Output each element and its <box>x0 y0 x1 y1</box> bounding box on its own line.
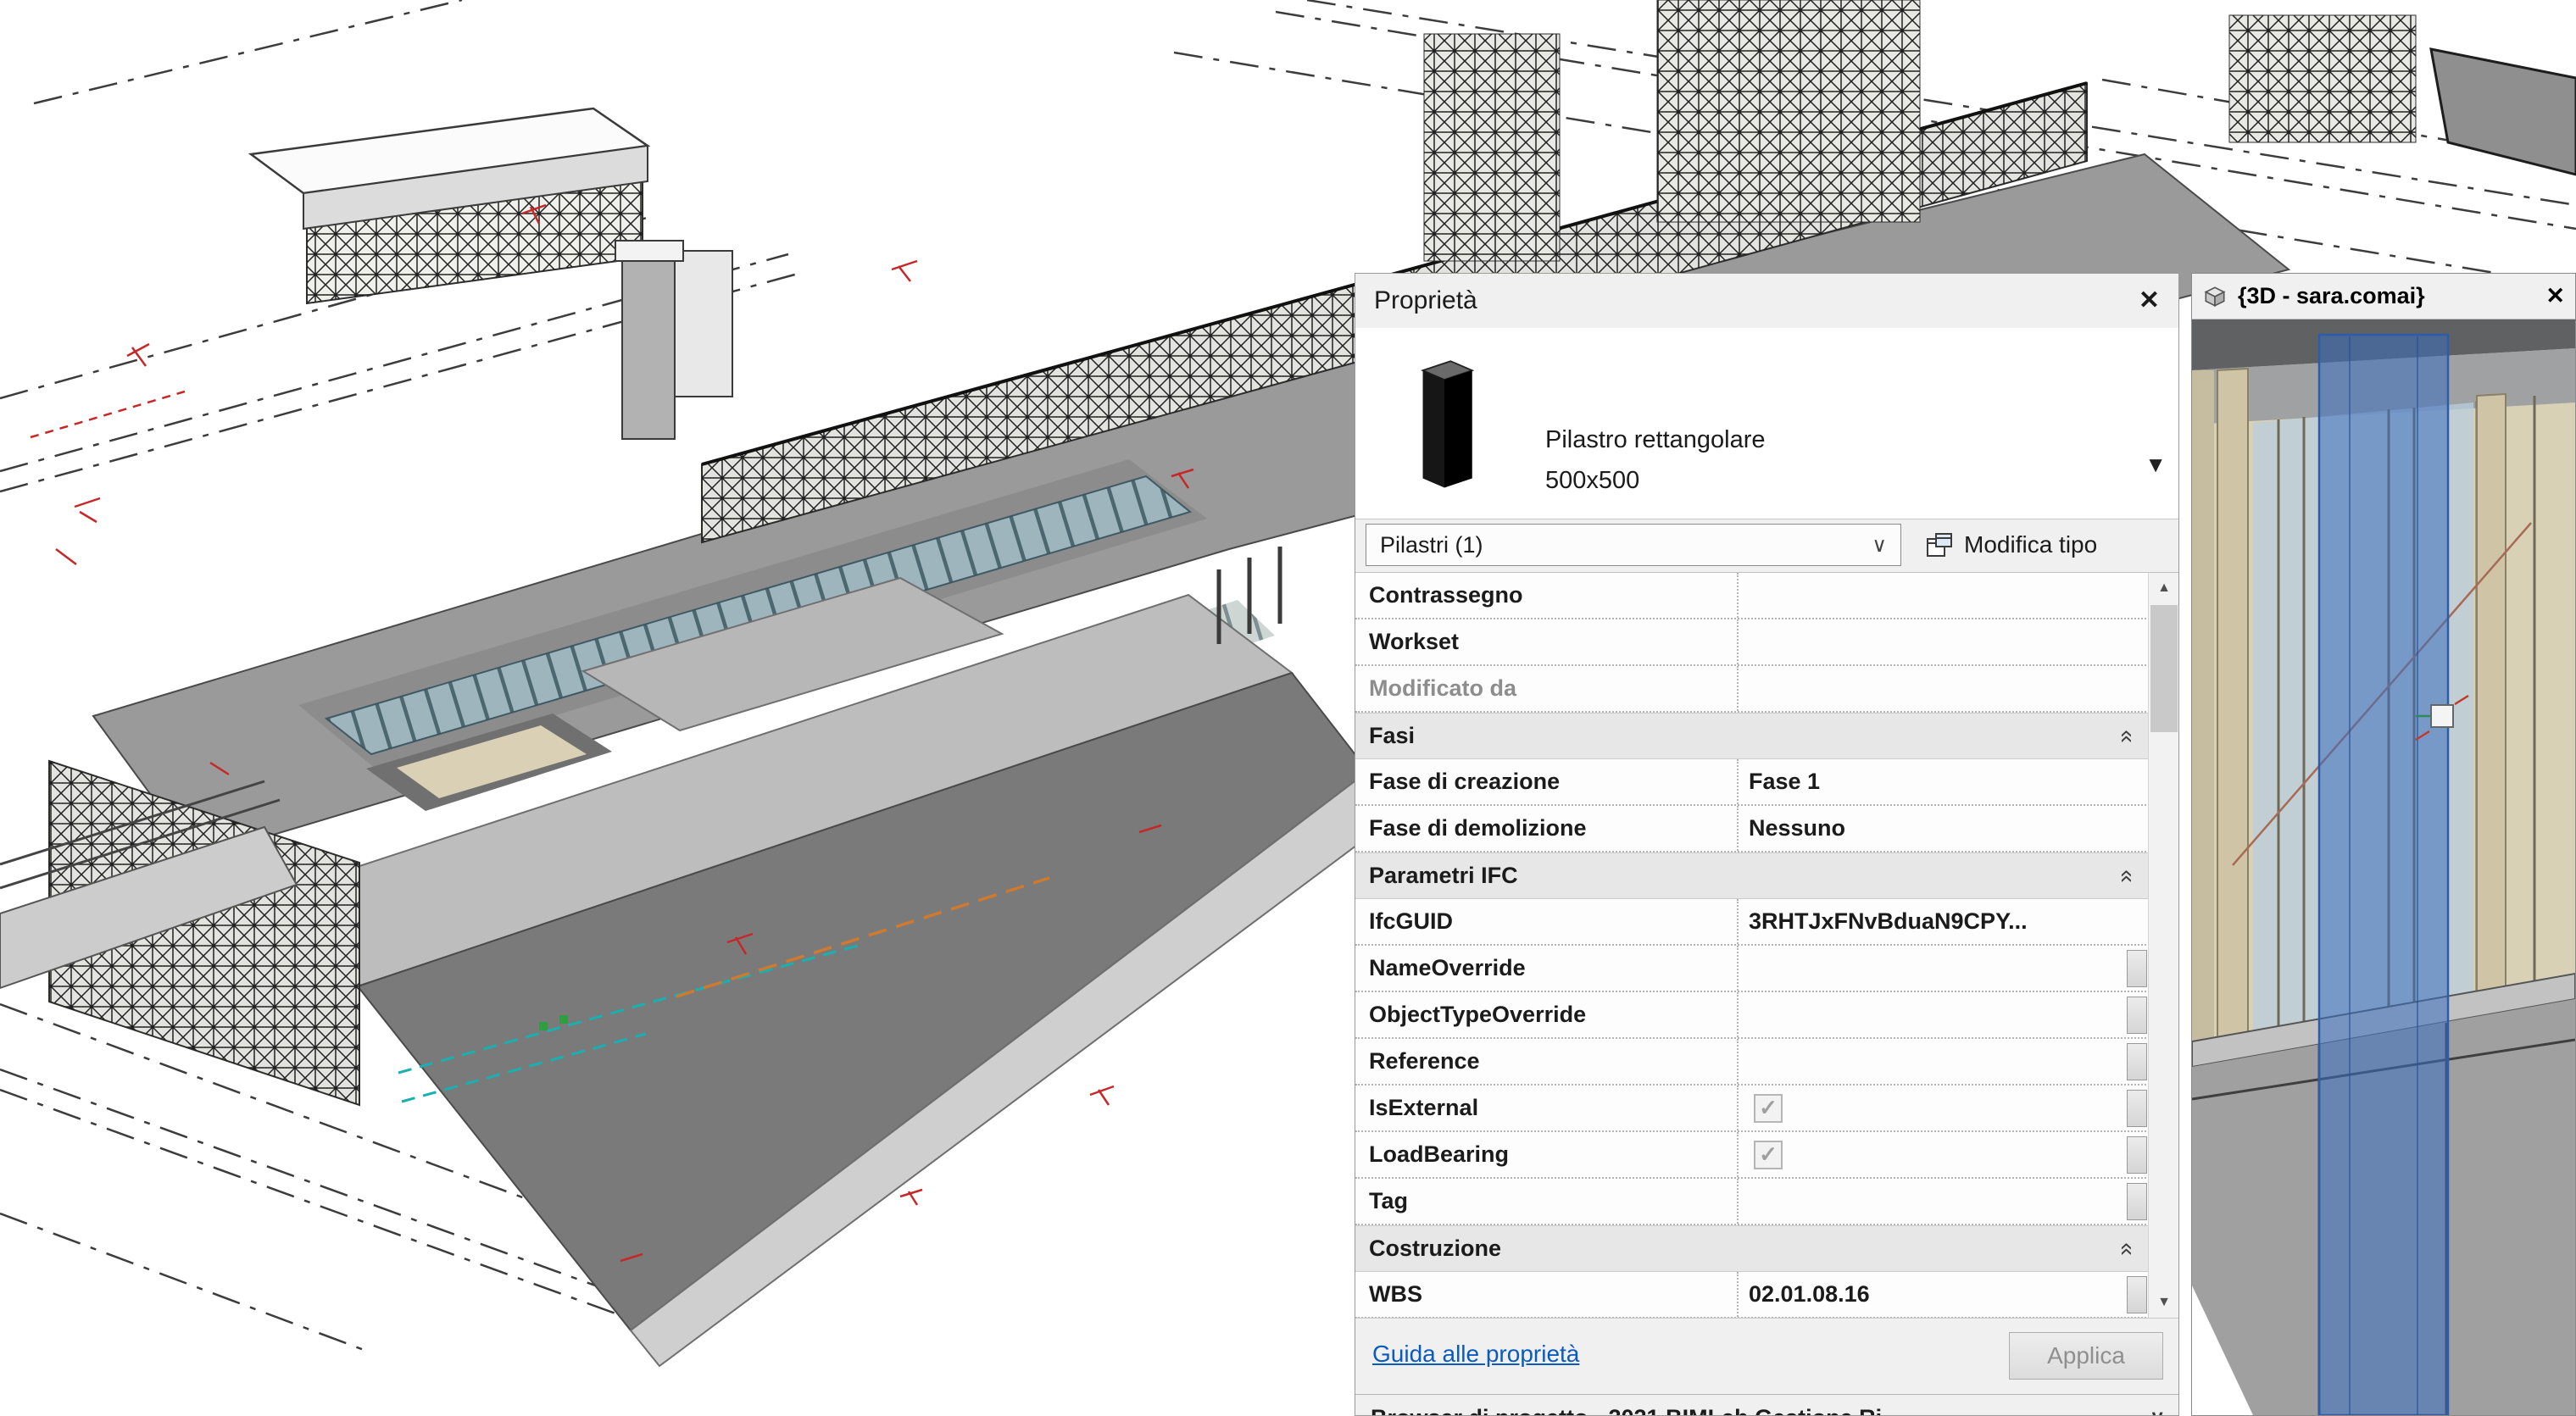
property-value-field[interactable]: 3RHTJxFNvBduaN9CPY... <box>1739 899 2150 944</box>
table-row: LoadBearing ✓ <box>1355 1132 2150 1179</box>
property-value-field[interactable] <box>1739 1179 2150 1224</box>
property-value-field[interactable]: Fase 1 <box>1739 759 2150 804</box>
apply-button[interactable]: Applica <box>2009 1332 2163 1380</box>
property-label: ObjectTypeOverride <box>1355 992 1739 1037</box>
chevron-down-icon: ∨ <box>2150 1406 2165 1416</box>
associate-param-button[interactable] <box>2127 1136 2147 1174</box>
property-label: Tag <box>1355 1179 1739 1224</box>
property-value-field[interactable]: 02.01.08.16 <box>1739 1272 2150 1317</box>
table-row: NameOverride <box>1355 946 2150 992</box>
property-value-field[interactable] <box>1739 573 2150 618</box>
table-row: ObjectTypeOverride <box>1355 992 2150 1039</box>
scroll-up-icon[interactable]: ▲ <box>2149 573 2179 603</box>
section-collapse-icon[interactable]: « <box>2114 730 2141 743</box>
model-3d-view[interactable] <box>0 0 2576 1416</box>
section-collapse-icon[interactable]: « <box>2114 1242 2141 1256</box>
property-grid: Contrassegno Workset Modificato da Fasi … <box>1355 572 2150 1318</box>
table-row: Modificato da <box>1355 666 2150 713</box>
property-value-field <box>1739 666 2150 711</box>
edit-type-label: Modifica tipo <box>1964 531 2097 558</box>
dropdown-arrow-icon[interactable]: ▼ <box>2145 452 2167 478</box>
type-name: 500x500 <box>1545 467 1639 495</box>
properties-panel-titlebar[interactable]: Proprietà ✕ <box>1355 274 2178 328</box>
property-label: NameOverride <box>1355 946 1739 991</box>
property-label: LoadBearing <box>1355 1132 1739 1177</box>
scroll-down-icon[interactable]: ▼ <box>2149 1287 2179 1318</box>
edit-type-icon <box>1925 531 1954 558</box>
filter-row: Pilastri (1) ∨ Modifica tipo <box>1355 519 2178 572</box>
table-row: Reference <box>1355 1039 2150 1086</box>
project-browser-header[interactable]: Browser di progetto - 2021 BIMLab Gestio… <box>1355 1394 2179 1416</box>
section-collapse-icon[interactable]: « <box>2114 869 2141 883</box>
scrollbar-thumb[interactable] <box>2150 605 2178 732</box>
properties-panel: Proprietà ✕ Pilastro rettangolare 500x50… <box>1355 273 2179 1416</box>
pedestrian-bridge <box>251 108 732 439</box>
properties-panel-title: Proprietà <box>1374 286 1477 315</box>
vertical-scrollbar[interactable]: ▲ ▼ <box>2148 572 2178 1318</box>
element-filter-value: Pilastri (1) <box>1380 532 1483 558</box>
associate-param-button[interactable] <box>2127 1276 2147 1313</box>
model-3d-viewport[interactable] <box>0 0 2576 1416</box>
property-label: Fase di creazione <box>1355 759 1739 804</box>
section-header-costruzione[interactable]: Costruzione « <box>1355 1225 2150 1272</box>
table-row: Fase di demolizione Nessuno <box>1355 806 2150 852</box>
properties-help-link[interactable]: Guida alle proprietà <box>1372 1341 1579 1368</box>
close-icon[interactable]: ✕ <box>2545 283 2565 309</box>
column-thumbnail-image <box>1367 342 1522 504</box>
type-selector[interactable]: Pilastro rettangolare 500x500 ▼ <box>1355 328 2178 519</box>
family-name: Pilastro rettangolare <box>1545 426 1766 454</box>
view-3d-canvas[interactable] <box>2192 319 2575 1415</box>
property-value-field: ✓ <box>1739 1132 2150 1177</box>
table-row: WBS 02.01.08.16 <box>1355 1272 2150 1319</box>
view-window-title: {3D - sara.comai} <box>2238 283 2425 309</box>
property-value-field[interactable] <box>1739 1039 2150 1084</box>
view-window-titlebar[interactable]: {3D - sara.comai} ✕ <box>2192 274 2575 319</box>
property-value-field[interactable]: Nessuno <box>1739 806 2150 851</box>
associate-param-button[interactable] <box>2127 1183 2147 1220</box>
associate-param-button[interactable] <box>2127 950 2147 987</box>
chevron-down-icon: ∨ <box>1872 533 1887 558</box>
section-header-parametri-ifc[interactable]: Parametri IFC « <box>1355 852 2150 899</box>
table-row: Fase di creazione Fase 1 <box>1355 759 2150 806</box>
view-3d-scene[interactable] <box>2192 319 2575 1415</box>
properties-footer: Guida alle proprietà Applica <box>1355 1318 2179 1394</box>
project-browser-title: Browser di progetto - 2021 BIMLab Gestio… <box>1371 1405 1901 1416</box>
property-value-field: ✓ <box>1739 1086 2150 1130</box>
property-label: Modificato da <box>1355 666 1739 711</box>
associate-param-button[interactable] <box>2127 997 2147 1034</box>
section-header-fasi[interactable]: Fasi « <box>1355 713 2150 759</box>
associate-param-button[interactable] <box>2127 1090 2147 1127</box>
table-row: Tag <box>1355 1179 2150 1225</box>
property-label: Contrassegno <box>1355 573 1739 618</box>
selected-column[interactable] <box>2319 335 2448 1415</box>
type-thumbnail <box>1367 342 1522 504</box>
property-value-field[interactable] <box>1739 619 2150 664</box>
checkbox[interactable]: ✓ <box>1754 1094 1783 1123</box>
property-value-field[interactable] <box>1739 992 2150 1037</box>
table-row: IsExternal ✓ <box>1355 1086 2150 1132</box>
property-label: Fase di demolizione <box>1355 806 1739 851</box>
checkbox[interactable]: ✓ <box>1754 1141 1783 1169</box>
view-cube-icon <box>2202 285 2228 308</box>
property-value-field[interactable] <box>1739 946 2150 991</box>
property-label: Reference <box>1355 1039 1739 1084</box>
table-row: IfcGUID 3RHTJxFNvBduaN9CPY... <box>1355 899 2150 946</box>
property-label: WBS <box>1355 1272 1739 1317</box>
application-window: Proprietà ✕ Pilastro rettangolare 500x50… <box>0 0 2576 1416</box>
table-row: Workset <box>1355 619 2150 666</box>
property-label: IsExternal <box>1355 1086 1739 1130</box>
property-label: Workset <box>1355 619 1739 664</box>
view-window-3d: {3D - sara.comai} ✕ <box>2191 273 2576 1416</box>
edit-type-button[interactable]: Modifica tipo <box>1925 524 2097 566</box>
property-label: IfcGUID <box>1355 899 1739 944</box>
element-filter-combo[interactable]: Pilastri (1) ∨ <box>1366 524 1901 566</box>
close-icon[interactable]: ✕ <box>2139 288 2160 314</box>
table-row: Contrassegno <box>1355 573 2150 619</box>
associate-param-button[interactable] <box>2127 1043 2147 1080</box>
